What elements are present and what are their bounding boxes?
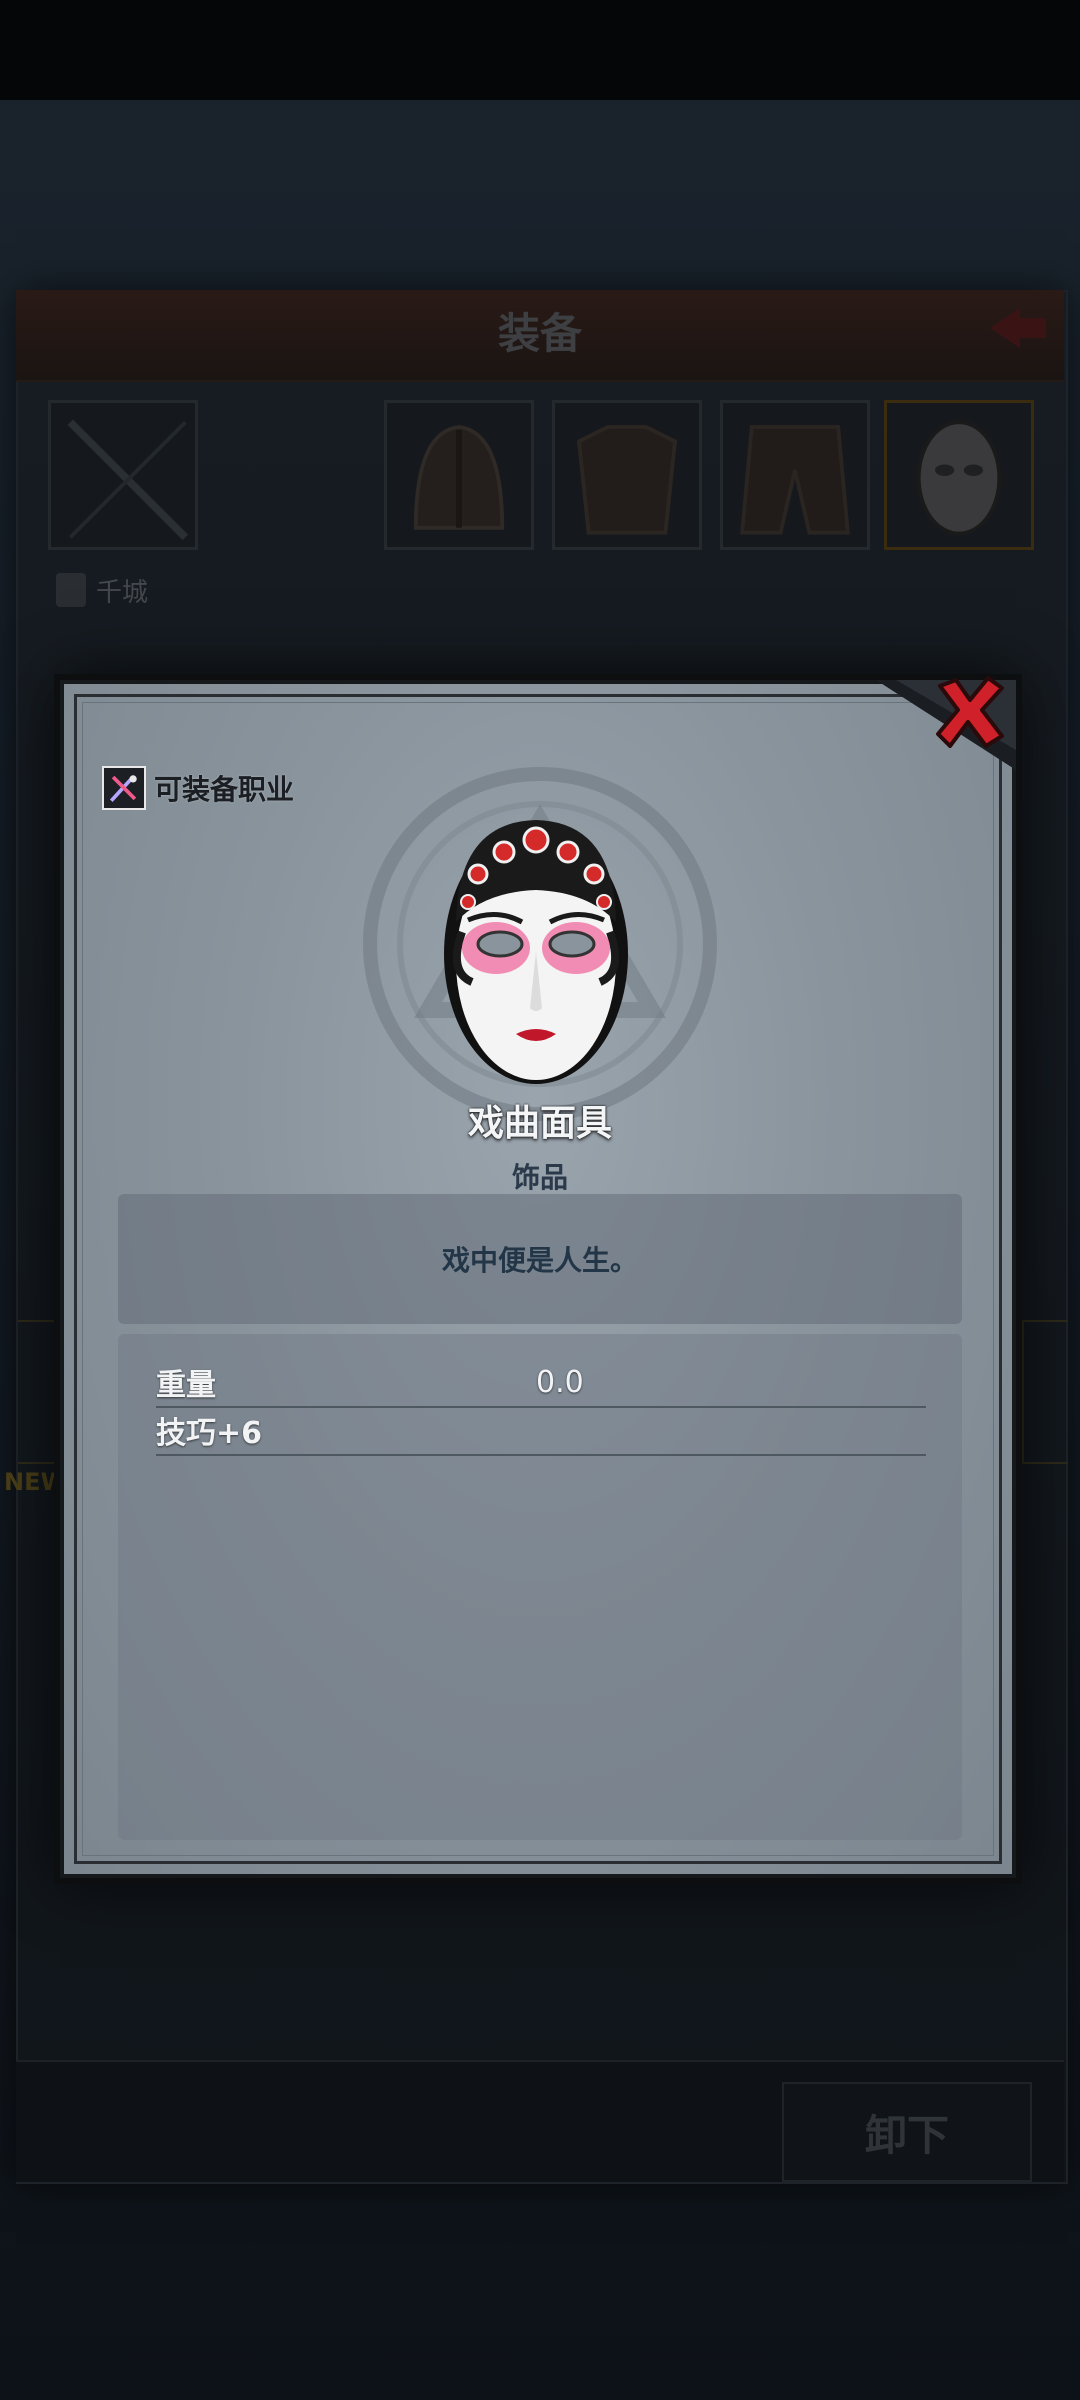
stat-label: 重量 — [156, 1368, 216, 1403]
item-description: 戏中便是人生。 — [441, 1244, 638, 1277]
weapon-slot[interactable] — [48, 400, 198, 550]
back-arrow-icon[interactable] — [980, 300, 1050, 350]
stat-row: 重量 0.0 — [156, 1358, 926, 1408]
stat-label: 技巧+6 — [156, 1416, 263, 1451]
armor-slot[interactable] — [552, 400, 702, 550]
right-side-tab[interactable] — [1022, 1320, 1068, 1464]
stats-box: 重量 0.0 技巧+6 — [118, 1334, 962, 1840]
pants-slot[interactable] — [720, 400, 870, 550]
description-box: 戏中便是人生。 — [118, 1194, 962, 1324]
opera-mask-icon — [444, 820, 628, 1084]
city-label: 千城 — [96, 577, 149, 608]
stat-row: 技巧+6 — [156, 1406, 926, 1456]
class-icon — [102, 766, 146, 810]
equip-class-label: 可装备职业 — [154, 773, 295, 806]
item-name: 戏曲面具 — [467, 1103, 612, 1144]
pants-icon — [740, 425, 850, 535]
close-icon[interactable] — [930, 672, 1010, 752]
stat-value: 0.0 — [536, 1364, 584, 1400]
helmet-icon — [413, 425, 505, 530]
left-side-tab[interactable] — [18, 1320, 56, 1464]
city-indicator: 千城 — [56, 570, 148, 610]
unequip-button[interactable]: 卸下 — [782, 2082, 1032, 2182]
sword-icon — [67, 419, 189, 541]
game-screen: 装备 千城 NEW 卸下 可装备职业 戏曲面具 饰品 戏中便是人生。 重量 0.… — [0, 0, 1080, 2400]
armor-icon — [576, 425, 678, 535]
helmet-slot[interactable] — [384, 400, 534, 550]
new-badge: NEW — [4, 1468, 67, 1496]
equipment-title: 装备 — [497, 309, 582, 358]
equip-class-row[interactable]: 可装备职业 — [102, 764, 294, 812]
status-bar-area — [0, 0, 1080, 100]
mask-slot-icon — [916, 420, 1002, 536]
mask-slot[interactable] — [884, 400, 1034, 550]
city-icon — [56, 573, 86, 607]
item-type: 饰品 — [511, 1161, 568, 1194]
